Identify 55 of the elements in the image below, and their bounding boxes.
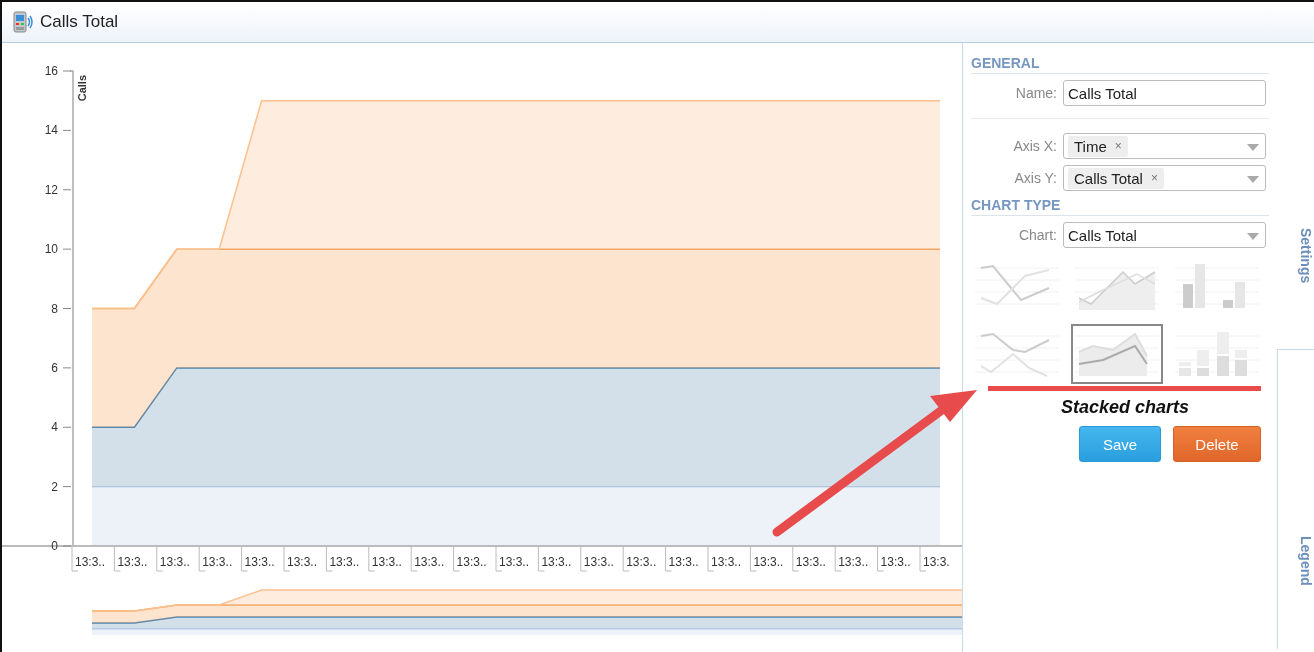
x-tick-label: 13:3.. <box>838 555 869 569</box>
x-tick-label: 13:3.. <box>753 555 784 569</box>
delete-button[interactable]: Delete <box>1173 426 1261 462</box>
x-tick-label: 13:3.. <box>287 555 318 569</box>
field-label: Name: <box>1014 85 1058 101</box>
chart-select[interactable]: Calls Total <box>1063 222 1266 248</box>
y-tick-label: 6 <box>51 360 58 375</box>
y-tick-label: 4 <box>51 420 58 435</box>
x-tick-label: 13:3.. <box>371 555 402 569</box>
x-tick-label: 13:3.. <box>668 555 699 569</box>
x-tick-label: 13:3.. <box>499 555 530 569</box>
x-tick-label: 13:3.. <box>414 555 445 569</box>
tag-label: Time <box>1074 137 1107 155</box>
dropdown-caret-icon <box>1247 144 1259 151</box>
x-tick-label: 13:3.. <box>244 555 275 569</box>
name-input[interactable]: Calls Total <box>1063 80 1266 106</box>
x-tick-label: 13:3.. <box>456 555 487 569</box>
dropdown-caret-icon <box>1247 176 1259 183</box>
remove-tag-button[interactable]: × <box>1150 171 1158 185</box>
y-tick-label: 14 <box>44 123 58 138</box>
multi-select-field[interactable]: Time × <box>1063 133 1266 159</box>
section-heading: GENERAL <box>971 55 1269 74</box>
x-tick-label: 13:3.. <box>880 555 911 569</box>
y-tick-label: 8 <box>51 301 58 316</box>
x-tick-label: 13:3.. <box>795 555 826 569</box>
y-tick-label: 16 <box>44 64 58 78</box>
tag-label: Calls Total <box>1074 169 1143 187</box>
y-axis-title: Calls <box>76 75 88 102</box>
x-tick-label: 13:3.. <box>202 555 233 569</box>
multi-select-field[interactable]: Calls Total × <box>1063 165 1266 191</box>
field-label: Chart: <box>1017 227 1058 243</box>
chart-type-option[interactable] <box>1071 324 1163 384</box>
dropdown-caret-icon <box>1247 233 1259 240</box>
remove-tag-button[interactable]: × <box>1114 139 1122 153</box>
window-title: Calls Total <box>40 12 119 32</box>
x-tick-label: 13:3.. <box>329 555 360 569</box>
section-heading: CHART TYPE <box>971 197 1269 216</box>
save-button[interactable]: Save <box>1079 426 1161 462</box>
field-label: Axis Y: <box>1013 170 1058 186</box>
y-tick-label: 0 <box>51 539 58 553</box>
x-tick-label: 13:3.. <box>159 555 190 569</box>
y-tick-label: 10 <box>44 242 58 257</box>
x-tick-label: 13:3.. <box>75 555 106 569</box>
x-tick-label: 13:3.. <box>711 555 742 569</box>
annotation-caption: Stacked charts <box>1059 397 1190 418</box>
y-tick-label: 2 <box>51 479 58 494</box>
x-tick-label: 13:3.. <box>117 555 148 569</box>
y-tick-label: 12 <box>44 182 58 197</box>
side-tab[interactable]: Legend <box>1277 349 1314 649</box>
x-tick-label: 13:3.. <box>583 555 614 569</box>
phone-icon <box>12 10 34 34</box>
field-label: Axis X: <box>1012 138 1058 154</box>
x-tick-label: 13:3.. <box>541 555 572 569</box>
x-tick-label: 13:3.. <box>626 555 657 569</box>
x-tick-label: 13:3. <box>923 555 950 569</box>
